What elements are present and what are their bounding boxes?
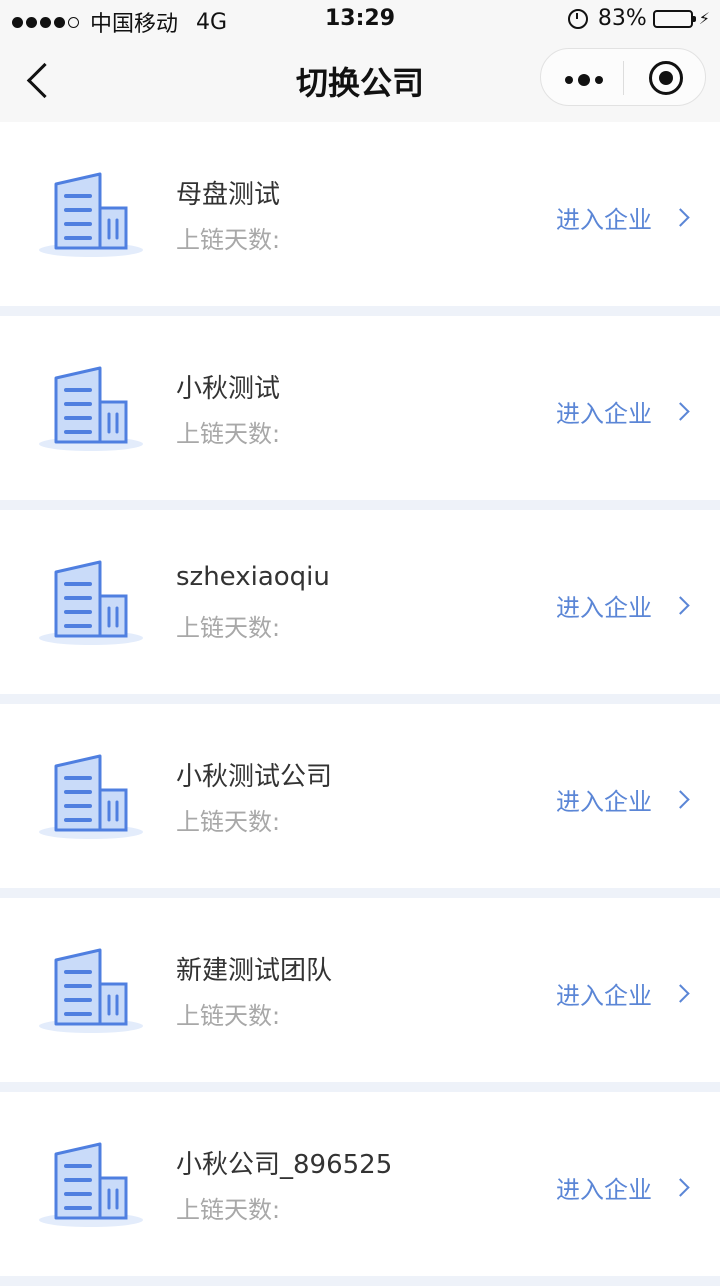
chain-days-label: 上链天数: <box>176 1002 281 1030</box>
status-bar: 中国移动 4G 13:29 83% ⚡ <box>0 0 720 40</box>
more-icon[interactable] <box>565 74 608 86</box>
company-card[interactable]: szhexiaoqiu 上链天数: 进入企业 <box>0 510 720 694</box>
company-card[interactable]: 母盘测试 上链天数: 进入企业 <box>0 122 720 306</box>
company-name: 小秋测试 <box>176 374 281 404</box>
enter-company-button[interactable]: 进入企业 <box>556 1170 690 1205</box>
enter-company-label: 进入企业 <box>556 400 652 428</box>
mini-program-capsule <box>540 48 706 106</box>
status-right: 83% ⚡ <box>567 6 710 31</box>
enter-company-button[interactable]: 进入企业 <box>556 976 690 1011</box>
capsule-divider <box>623 61 624 95</box>
enter-company-label: 进入企业 <box>556 594 652 622</box>
enter-company-label: 进入企业 <box>556 788 652 816</box>
company-name: 母盘测试 <box>176 180 281 210</box>
building-icon <box>39 754 143 839</box>
enter-company-button[interactable]: 进入企业 <box>556 200 690 235</box>
chevron-right-icon <box>671 1178 690 1197</box>
enter-company-label: 进入企业 <box>556 982 652 1010</box>
alarm-icon <box>567 8 588 29</box>
chain-days-label: 上链天数: <box>176 420 281 448</box>
company-list: 母盘测试 上链天数: 进入企业 小秋测试 上链天数: 进入企业 szhexiao… <box>0 122 720 1286</box>
enter-company-label: 进入企业 <box>556 1176 652 1204</box>
building-icon <box>39 1142 143 1227</box>
chevron-right-icon <box>671 596 690 615</box>
company-name: 小秋测试公司 <box>176 762 333 792</box>
chevron-right-icon <box>671 402 690 421</box>
company-card[interactable]: 小秋测试公司 上链天数: 进入企业 <box>0 704 720 888</box>
chain-days-label: 上链天数: <box>176 1196 281 1224</box>
company-name: szhexiaoqiu <box>176 562 330 592</box>
company-name: 小秋公司_896525 <box>176 1150 393 1180</box>
enter-company-button[interactable]: 进入企业 <box>556 394 690 429</box>
company-name: 新建测试团队 <box>176 956 333 986</box>
enter-company-button[interactable]: 进入企业 <box>556 782 690 817</box>
company-card[interactable]: 小秋测试 上链天数: 进入企业 <box>0 316 720 500</box>
building-icon <box>39 560 143 645</box>
close-icon[interactable] <box>649 61 683 95</box>
charging-icon: ⚡ <box>698 9 710 28</box>
chevron-right-icon <box>671 984 690 1003</box>
battery-percent: 83% <box>597 6 647 31</box>
battery-icon <box>652 9 696 28</box>
building-icon <box>39 366 143 451</box>
chevron-right-icon <box>671 790 690 809</box>
company-card[interactable]: 新建测试团队 上链天数: 进入企业 <box>0 898 720 1082</box>
building-icon <box>39 948 143 1033</box>
company-card[interactable]: 小秋公司_896525 上链天数: 进入企业 <box>0 1092 720 1276</box>
enter-company-button[interactable]: 进入企业 <box>556 588 690 623</box>
chevron-right-icon <box>671 208 690 227</box>
chain-days-label: 上链天数: <box>176 226 281 254</box>
building-icon <box>39 172 143 257</box>
nav-bar: 切换公司 <box>0 40 720 122</box>
enter-company-label: 进入企业 <box>556 206 652 234</box>
chain-days-label: 上链天数: <box>176 808 281 836</box>
chain-days-label: 上链天数: <box>176 614 281 642</box>
